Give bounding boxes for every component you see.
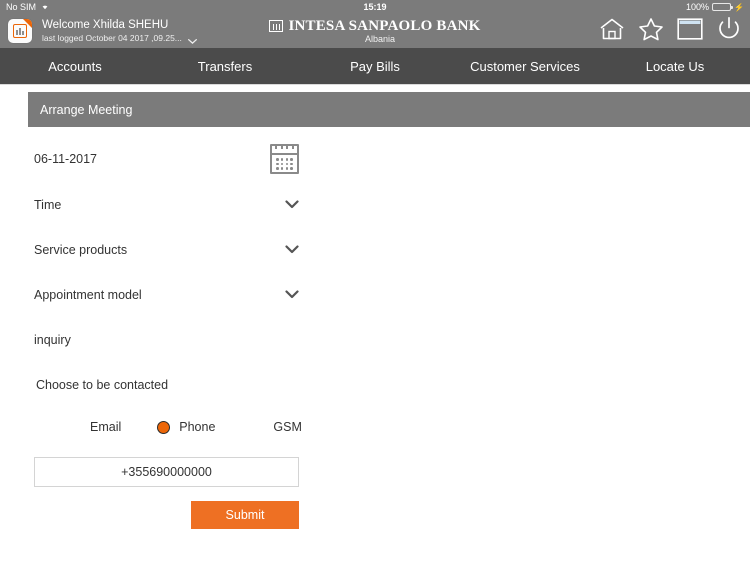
nav-item-accounts[interactable]: Accounts [0,59,150,74]
radio-label-gsm: GSM [273,420,302,434]
battery-icon [712,3,734,11]
star-icon[interactable] [638,17,664,46]
intesa-sanpaolo-logo-icon [269,20,284,32]
status-right-group: 100% ⚡ [686,2,744,12]
status-clock: 15:19 [363,2,387,12]
chevron-down-icon[interactable] [285,198,299,212]
welcome-block: Welcome Xhilda SHEHU last logged October… [42,18,197,45]
chevron-down-icon[interactable] [285,243,299,257]
section-title-bar: Arrange Meeting [28,92,750,127]
app-icon-corner [23,19,32,28]
calendar-icon-binding [272,145,297,155]
arrange-meeting-form: 06-11-2017 Time Service products Appoint… [0,136,750,529]
nav-item-pay-bills[interactable]: Pay Bills [300,59,450,74]
appointment-model-label: Appointment model [34,287,142,302]
section-header-wrap: Arrange Meeting [0,92,750,127]
service-products-label: Service products [34,242,128,257]
chevron-down-icon[interactable] [187,36,197,45]
date-field-row[interactable]: 06-11-2017 [34,136,299,182]
calendar-icon[interactable] [270,144,299,174]
nav-item-customer-services[interactable]: Customer Services [450,59,600,74]
meeting-date-value: 06-11-2017 [34,152,98,166]
nav-item-transfers[interactable]: Transfers [150,59,300,74]
nav-item-locate-us[interactable]: Locate Us [600,59,750,74]
last-logged-row[interactable]: last logged October 04 2017 ,09.25... [42,33,197,45]
time-dropdown[interactable]: Time [34,182,299,227]
phone-number-input[interactable] [34,457,299,487]
inquiry-field[interactable]: inquiry [34,317,299,362]
submit-button[interactable]: Submit [191,501,299,529]
time-label: Time [34,197,62,212]
brand-row: INTESA SANPAOLO BANK [269,18,480,35]
chevron-down-icon[interactable] [285,288,299,302]
power-icon[interactable] [716,16,742,47]
radio-button-phone[interactable] [157,420,171,434]
bank-app-icon [8,19,32,43]
welcome-message: Welcome Xhilda SHEHU [42,19,169,31]
header-icon-group [599,16,742,47]
radio-option-phone[interactable]: Phone [157,420,215,434]
calendar-icon-dots [272,155,297,170]
home-icon[interactable] [599,17,625,46]
radio-option-email[interactable]: Email [68,420,121,434]
last-logged-label: last logged October 04 2017 ,09.25... [42,33,182,44]
appointment-model-dropdown[interactable]: Appointment model [34,272,299,317]
brand-name: INTESA SANPAOLO BANK [288,17,481,34]
page-title: Arrange Meeting [40,102,133,117]
battery-percent-label: 100% [686,2,710,12]
app-header: Welcome Xhilda SHEHU last logged October… [0,14,750,48]
radio-label-email: Email [90,420,122,434]
ios-status-bar: No SIM 15:19 100% ⚡ [0,0,750,14]
service-products-dropdown[interactable]: Service products [34,227,299,272]
radio-label-phone: Phone [179,420,216,434]
window-icon[interactable] [677,17,703,45]
choose-contact-label: Choose to be contacted [36,378,169,392]
main-navigation: Accounts Transfers Pay Bills Customer Se… [0,48,750,85]
lightning-bolt-icon: ⚡ [734,2,744,12]
submit-row: Submit [34,501,299,529]
inquiry-label: inquiry [34,332,71,347]
contact-method-radio-group: Email Phone GSM [34,392,750,434]
radio-option-gsm[interactable]: GSM [251,420,301,434]
